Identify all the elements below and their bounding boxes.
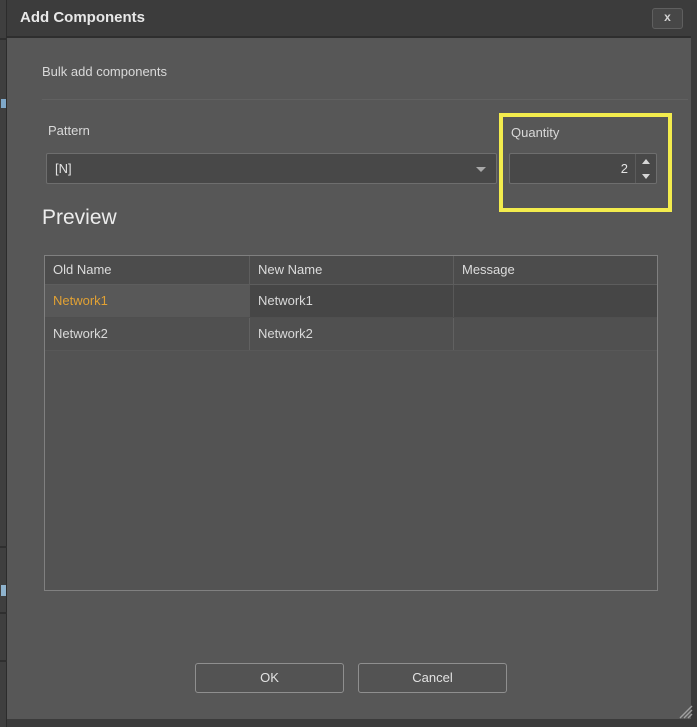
close-icon: x — [664, 10, 671, 24]
dialog-right-edge — [691, 2, 697, 727]
dialog-titlebar[interactable]: Add Components x — [7, 0, 697, 38]
background-icon-fragment — [1, 99, 6, 108]
pattern-dropdown[interactable]: [N] — [46, 153, 497, 184]
background-divider — [0, 660, 7, 662]
table-header-row: Old Name New Name Message — [45, 256, 657, 285]
cell-new-name[interactable]: Network1 — [249, 285, 453, 317]
background-icon-fragment — [1, 585, 6, 596]
spinner-buttons — [635, 154, 656, 183]
quantity-stepper[interactable] — [509, 153, 657, 184]
spin-down-button[interactable] — [636, 169, 656, 183]
cell-old-name[interactable]: Network2 — [45, 318, 249, 350]
preview-heading: Preview — [42, 206, 117, 230]
spin-up-icon — [642, 159, 650, 164]
quantity-label: Quantity — [511, 125, 559, 140]
bulk-add-label: Bulk add components — [42, 64, 167, 79]
table-row[interactable]: Network1 Network1 — [45, 285, 657, 318]
background-divider — [0, 612, 7, 614]
resize-grip-icon[interactable] — [675, 701, 693, 719]
dialog-bottom-edge — [7, 719, 697, 727]
cell-new-name[interactable]: Network2 — [249, 318, 453, 350]
dialog-title: Add Components — [20, 9, 145, 26]
cell-message[interactable] — [453, 318, 657, 350]
cell-message[interactable] — [453, 285, 657, 317]
pattern-label: Pattern — [48, 123, 90, 138]
quantity-input[interactable] — [510, 154, 632, 183]
ok-button[interactable]: OK — [195, 663, 344, 693]
column-header-message[interactable]: Message — [453, 256, 657, 284]
pattern-value: [N] — [55, 161, 72, 176]
column-header-old-name[interactable]: Old Name — [45, 256, 249, 284]
table-row[interactable]: Network2 Network2 — [45, 318, 657, 351]
cell-old-name-selected[interactable]: Network1 — [45, 285, 249, 317]
background-divider — [0, 38, 7, 40]
section-divider — [42, 99, 688, 100]
column-header-new-name[interactable]: New Name — [249, 256, 453, 284]
cancel-button[interactable]: Cancel — [358, 663, 507, 693]
close-button[interactable]: x — [652, 8, 683, 29]
spin-down-icon — [642, 174, 650, 179]
spin-up-button[interactable] — [636, 154, 656, 168]
chevron-down-icon — [476, 167, 486, 172]
background-window-edge — [0, 0, 7, 727]
background-divider — [0, 546, 7, 548]
preview-table: Old Name New Name Message Network1 Netwo… — [44, 255, 658, 591]
